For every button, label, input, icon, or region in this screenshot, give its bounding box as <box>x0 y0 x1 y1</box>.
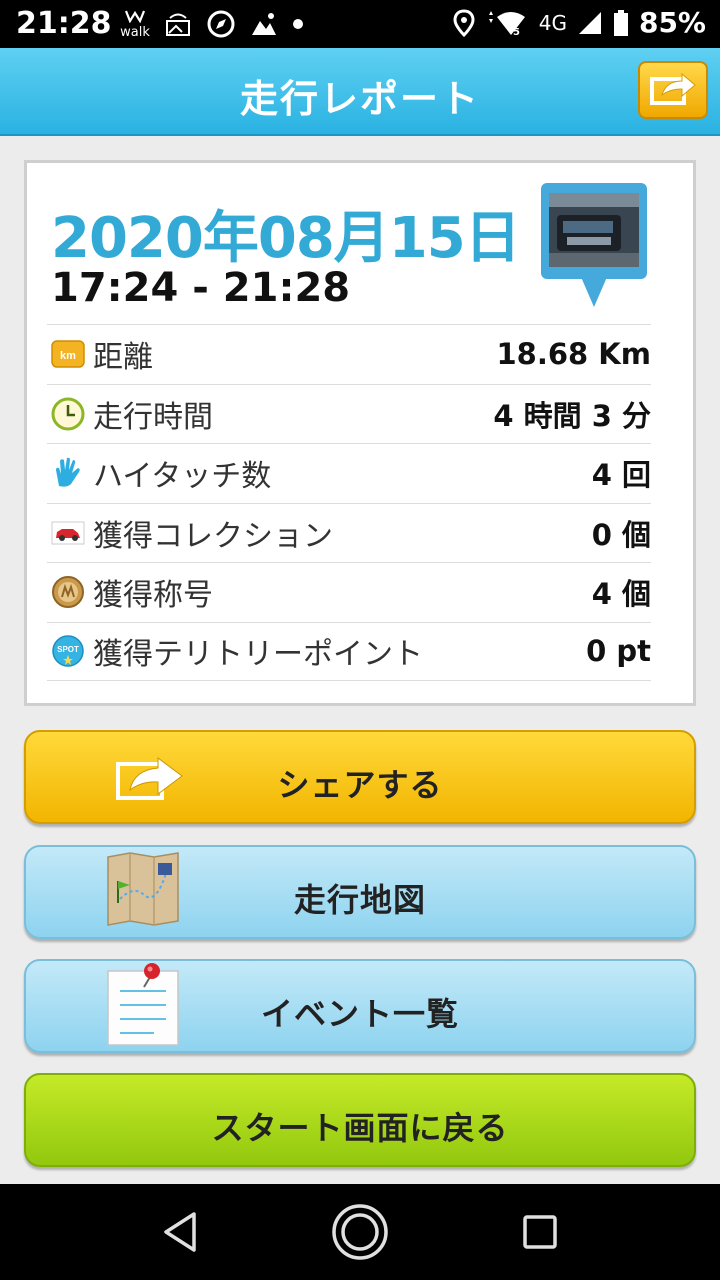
app-header: 走行レポート <box>0 48 720 136</box>
event-list-button-label: イベント一覧 <box>260 995 459 1033</box>
stat-label: 距離 <box>93 340 153 376</box>
stat-value: 0 個 <box>591 517 651 552</box>
spot-icon-text: SPOT <box>57 645 79 654</box>
stat-row-collection: 獲得コレクション 0 個 <box>47 502 651 563</box>
status-time: 21:28 <box>16 6 112 41</box>
stat-row-territory-points: SPOT 獲得テリトリーポイント 0 pt <box>47 621 651 681</box>
signal-icon <box>578 11 601 34</box>
walk-app-icon: walk <box>120 9 150 39</box>
stat-label: 獲得称号 <box>93 578 213 614</box>
walk-label: walk <box>120 25 150 40</box>
stat-value: 4 時間 3 分 <box>493 398 651 433</box>
status-notification-icons: walk <box>120 8 304 40</box>
km-icon: km <box>51 340 85 368</box>
stat-label: 獲得テリトリーポイント <box>93 637 423 673</box>
hi-five-icon <box>56 458 80 487</box>
medal-icon <box>52 576 84 609</box>
status-bar: 21:28 walk 5 4G 85% <box>0 0 720 48</box>
stat-label: 獲得コレクション <box>93 518 333 554</box>
back-nav-icon[interactable] <box>150 1202 210 1262</box>
report-card: 2020年08月15日 17:24 - 21:28 km 距離 18.68 Km… <box>24 160 696 706</box>
back-to-start-button-label: スタート画面に戻る <box>211 1109 509 1147</box>
header-share-button[interactable] <box>638 61 708 119</box>
stat-row-drive-time: 走行時間 4 時間 3 分 <box>47 383 651 444</box>
dot-icon <box>293 19 303 29</box>
stat-value: 0 pt <box>586 634 651 669</box>
stat-row-high-touch: ハイタッチ数 4 回 <box>47 443 651 503</box>
battery-percent: 85% <box>638 6 706 39</box>
stat-value: 18.68 Km <box>496 337 651 372</box>
home-nav-icon[interactable] <box>330 1202 390 1262</box>
stat-label: 走行時間 <box>93 399 213 435</box>
network-type: 4G <box>538 10 567 35</box>
clock-icon <box>51 397 85 431</box>
photo-frame-icon <box>166 13 190 36</box>
recents-nav-icon[interactable] <box>510 1202 570 1262</box>
back-to-start-button[interactable]: スタート画面に戻る <box>24 1073 696 1167</box>
battery-icon <box>613 9 628 36</box>
stat-label: ハイタッチ数 <box>93 459 272 495</box>
event-list-button[interactable]: イベント一覧 <box>24 959 696 1053</box>
drive-map-button-label: 走行地図 <box>293 881 426 919</box>
stat-row-distance: km 距離 18.68 Km <box>47 324 651 384</box>
stat-value: 4 個 <box>591 577 651 612</box>
photo-pin-thumbnail[interactable] <box>539 181 649 309</box>
location-icon <box>453 8 475 37</box>
compass-icon <box>207 10 235 38</box>
share-button-label: シェアする <box>277 766 443 804</box>
spot-icon: SPOT <box>52 635 84 667</box>
status-system-icons: 5 4G 85% <box>453 6 706 39</box>
share-arrow-icon <box>650 72 696 105</box>
km-icon-text: km <box>60 350 76 362</box>
navigation-bar <box>0 1184 720 1280</box>
svg-text:5: 5 <box>513 27 520 37</box>
gallery-icon <box>252 13 276 35</box>
car-icon <box>51 521 85 545</box>
stat-value: 4 回 <box>591 458 651 493</box>
drive-map-button[interactable]: 走行地図 <box>24 845 696 939</box>
report-date: 2020年08月15日 <box>51 206 521 271</box>
share-button[interactable]: シェアする <box>24 730 696 824</box>
stat-row-titles: 獲得称号 4 個 <box>47 562 651 622</box>
wifi-icon: 5 <box>488 10 525 37</box>
report-stats-list: km 距離 18.68 Km 走行時間 4 時間 3 分 ハイタッチ数 4 回 <box>47 324 651 681</box>
report-time-range: 17:24 - 21:28 <box>51 265 351 311</box>
page-title: 走行レポート <box>239 77 480 121</box>
